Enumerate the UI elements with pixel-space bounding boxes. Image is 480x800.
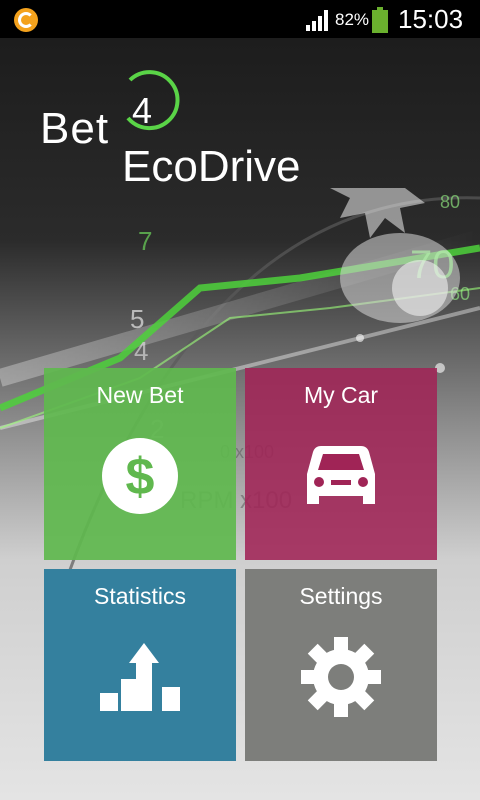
clock: 15:03 bbox=[398, 4, 464, 34]
svg-text:5: 5 bbox=[130, 304, 144, 334]
my-car-label: My Car bbox=[303, 382, 379, 408]
settings-tile[interactable]: Settings bbox=[245, 569, 437, 761]
car-icon bbox=[307, 446, 375, 504]
statistics-tile[interactable]: Statistics bbox=[44, 569, 236, 761]
svg-text:80: 80 bbox=[440, 192, 460, 212]
svg-text:$: $ bbox=[126, 448, 155, 506]
logo-word-bet: Bet bbox=[40, 104, 110, 153]
statistics-label: Statistics bbox=[93, 583, 187, 609]
battery-icon bbox=[372, 7, 388, 33]
new-bet-label: New Bet bbox=[96, 382, 184, 408]
svg-text:4: 4 bbox=[134, 336, 148, 366]
status-bar: 82% 15:03 bbox=[0, 0, 480, 38]
settings-label: Settings bbox=[299, 583, 383, 609]
dollar-icon: $ bbox=[102, 438, 178, 514]
app-logo: Bet 4 EcoDrive bbox=[40, 68, 340, 191]
signal-icon bbox=[306, 10, 328, 31]
new-bet-tile[interactable]: New Bet $ bbox=[44, 368, 236, 560]
svg-text:7: 7 bbox=[138, 226, 152, 256]
my-car-tile[interactable]: My Car bbox=[245, 368, 437, 560]
logo-number: 4 bbox=[132, 90, 153, 131]
bar-chart-up-icon bbox=[100, 643, 180, 711]
battery-percent: 82% bbox=[335, 10, 370, 29]
notification-icon bbox=[14, 8, 38, 32]
gear-icon bbox=[301, 637, 381, 717]
logo-word-ecodrive: EcoDrive bbox=[122, 142, 301, 191]
